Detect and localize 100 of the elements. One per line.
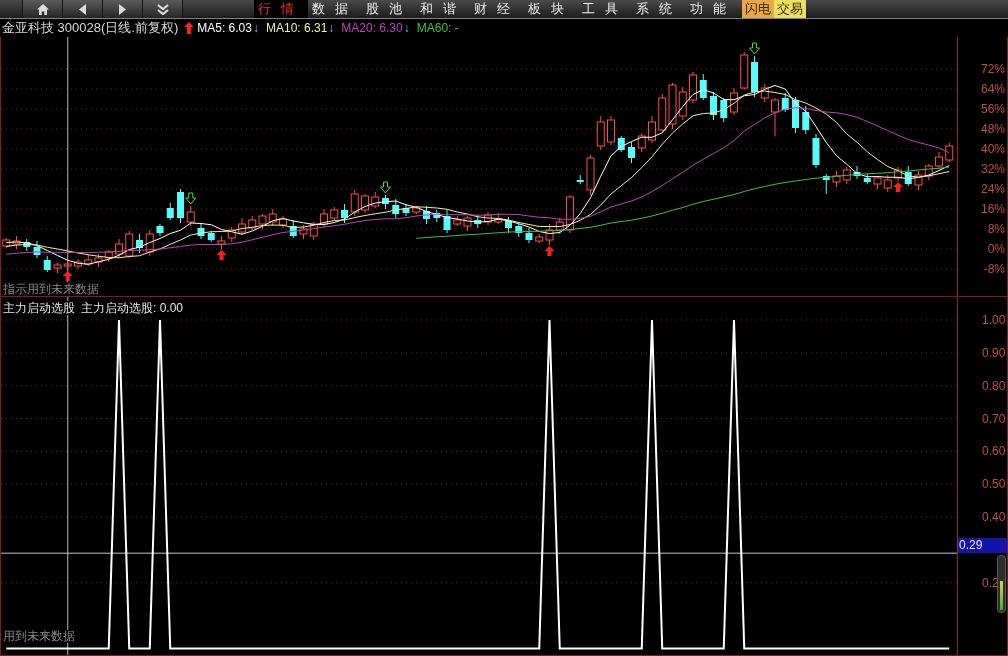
candlestick bbox=[453, 215, 462, 227]
candlestick bbox=[945, 142, 954, 163]
candlestick bbox=[678, 86, 687, 121]
candlestick bbox=[197, 223, 205, 240]
candlestick bbox=[494, 212, 503, 225]
candlestick bbox=[12, 235, 21, 250]
candlestick bbox=[781, 92, 789, 113]
candlestick bbox=[136, 233, 143, 254]
candlestick bbox=[904, 165, 912, 187]
candlestick bbox=[740, 51, 749, 91]
candlestick bbox=[402, 203, 410, 217]
candlestick bbox=[863, 173, 871, 185]
candlestick bbox=[115, 238, 123, 258]
candlestick bbox=[751, 55, 758, 98]
candlestick bbox=[309, 221, 318, 241]
axis-label: 40% bbox=[980, 142, 1005, 156]
candlestick bbox=[330, 206, 339, 221]
moving-average-value: MA10: 6.31 bbox=[265, 20, 328, 36]
menu-tab[interactable]: 系统 bbox=[632, 0, 686, 18]
quick-action-button[interactable]: 交易 bbox=[774, 0, 806, 18]
candlestick bbox=[710, 91, 717, 121]
candlestick bbox=[792, 96, 799, 134]
quick-action-button[interactable]: 闪电 bbox=[742, 0, 774, 18]
moving-average-value: MA5: 6.03 bbox=[197, 20, 252, 36]
menu-tab[interactable]: 功能 bbox=[686, 0, 740, 18]
candlestick bbox=[299, 224, 308, 240]
candlestick bbox=[699, 73, 707, 101]
menu-tab[interactable]: 数据 bbox=[308, 0, 362, 18]
candlestick bbox=[248, 215, 257, 231]
menu-tab[interactable]: 股池 bbox=[362, 0, 416, 18]
candlestick bbox=[720, 97, 728, 123]
candlestick bbox=[392, 198, 400, 219]
candlestick bbox=[74, 258, 82, 270]
more-button[interactable] bbox=[142, 0, 182, 18]
candlestick bbox=[689, 71, 697, 104]
candlestick bbox=[289, 219, 297, 239]
candlestick bbox=[227, 226, 236, 243]
menu-tab[interactable]: 行情 bbox=[254, 0, 308, 18]
menu-tab[interactable]: 工具 bbox=[578, 0, 632, 18]
candlestick bbox=[842, 166, 851, 185]
candlestick bbox=[617, 135, 625, 153]
axis-label: 8% bbox=[987, 222, 1005, 236]
axis-label: 0.70 bbox=[982, 411, 1006, 426]
candlestick bbox=[924, 163, 933, 181]
menu-tab[interactable]: 板块 bbox=[524, 0, 578, 18]
crosshair-value-label: 0.29 bbox=[958, 538, 1007, 554]
axis-label: 64% bbox=[980, 82, 1005, 96]
axis-label: 0.80 bbox=[982, 378, 1006, 393]
candlestick bbox=[341, 203, 348, 224]
up-arrow-icon bbox=[544, 246, 555, 256]
candlestick bbox=[84, 253, 93, 267]
candlestick bbox=[166, 202, 174, 221]
axis-label: -8% bbox=[983, 262, 1005, 276]
axis-label: 0.40 bbox=[982, 510, 1006, 525]
moving-average-value: MA60: - bbox=[416, 20, 459, 36]
up-arrow-icon bbox=[216, 250, 227, 260]
candlestick bbox=[177, 188, 184, 224]
candlestick bbox=[2, 237, 11, 249]
forward-button[interactable] bbox=[102, 0, 142, 18]
axis-label: 24% bbox=[980, 182, 1005, 196]
candlestick bbox=[443, 209, 451, 234]
axis-label: 48% bbox=[980, 122, 1005, 136]
candlestick bbox=[145, 229, 154, 257]
back-button[interactable] bbox=[62, 0, 102, 18]
vertical-scrollbar[interactable] bbox=[997, 555, 1006, 613]
candlestick bbox=[125, 230, 134, 259]
indicator-reading: 主力启动选股: 0.00 bbox=[81, 301, 184, 315]
down-arrow-icon: ↓ bbox=[403, 20, 410, 36]
candlestick bbox=[637, 132, 646, 153]
candlestick bbox=[53, 262, 62, 274]
candlestick bbox=[474, 214, 482, 229]
candlestick bbox=[771, 97, 779, 137]
candlestick bbox=[423, 205, 430, 225]
candlestick bbox=[320, 208, 328, 228]
menu-tab[interactable]: 和谐 bbox=[416, 0, 470, 18]
up-arrow-icon bbox=[184, 22, 195, 34]
candlestick bbox=[33, 240, 41, 259]
candlestick bbox=[505, 216, 512, 234]
candlestick bbox=[350, 189, 359, 217]
candlestick bbox=[730, 87, 738, 116]
candlestick bbox=[207, 230, 215, 243]
down-arrow-icon bbox=[380, 181, 391, 194]
candlestick bbox=[186, 205, 195, 227]
left-triangle-icon bbox=[79, 3, 86, 15]
menu-tab[interactable]: 财经 bbox=[470, 0, 524, 18]
axis-label: 32% bbox=[980, 162, 1005, 176]
candlestick bbox=[23, 238, 31, 252]
candlestick bbox=[894, 166, 902, 182]
right-triangle-icon bbox=[119, 3, 126, 15]
candlestick bbox=[433, 209, 441, 223]
axis-label: 0.60 bbox=[982, 444, 1006, 459]
axis-label: 56% bbox=[980, 102, 1005, 116]
candlestick bbox=[279, 215, 287, 229]
scrollbar-thumb[interactable] bbox=[1000, 581, 1003, 610]
candlestick bbox=[812, 133, 820, 169]
candlestick bbox=[463, 215, 472, 232]
home-button[interactable] bbox=[22, 0, 62, 18]
axis-label: 0.90 bbox=[982, 345, 1006, 360]
stock-title: 金亚科技 300028(日线.前复权) bbox=[2, 20, 179, 36]
candlestick bbox=[658, 93, 667, 133]
